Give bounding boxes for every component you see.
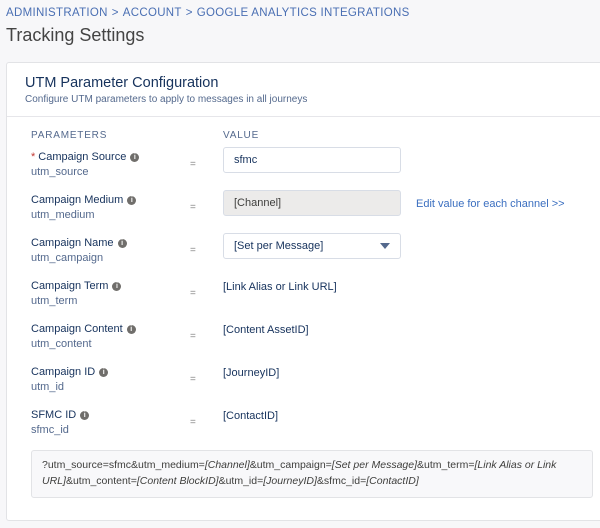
- param-key: utm_id: [31, 381, 65, 393]
- param-value: [JourneyID]: [223, 367, 280, 379]
- param-key: utm_content: [31, 338, 92, 350]
- card-title: UTM Parameter Configuration: [25, 75, 219, 91]
- breadcrumb-account[interactable]: Account: [123, 7, 182, 19]
- preview-placeholder: [JourneyID]: [263, 475, 317, 487]
- info-icon[interactable]: i: [127, 196, 137, 205]
- info-icon[interactable]: i: [130, 153, 140, 162]
- preview-placeholder: [Content BlockID]: [136, 475, 219, 487]
- breadcrumb-separator: >: [111, 7, 119, 19]
- param-key: utm_medium: [31, 209, 95, 221]
- breadcrumb-google-analytics-integrations[interactable]: Google Analytics Integrations: [197, 7, 410, 19]
- param-name: Campaign Medium i: [31, 194, 137, 206]
- breadcrumb: Administration > Account > Google Analytics …: [6, 7, 410, 19]
- preview-text: &utm_term=: [417, 459, 475, 471]
- info-icon[interactable]: i: [80, 411, 90, 420]
- page-title: Tracking Settings: [6, 25, 145, 45]
- param-label: Campaign ID: [31, 366, 96, 378]
- equals-sign: =: [190, 202, 196, 213]
- param-row-utm-id: Campaign ID i utm_id = [JourneyID]: [7, 366, 600, 406]
- param-label: SFMC ID: [31, 409, 77, 421]
- equals-sign: =: [190, 331, 196, 342]
- info-icon[interactable]: i: [117, 239, 127, 248]
- param-key: utm_source: [31, 166, 89, 178]
- dropdown-arrow-icon: [380, 243, 390, 249]
- param-value: [Link Alias or Link URL]: [223, 281, 337, 293]
- info-icon[interactable]: i: [99, 368, 109, 377]
- preview-text: &utm_content=: [65, 475, 137, 487]
- campaign-source-input[interactable]: [223, 147, 401, 173]
- equals-sign: =: [190, 288, 196, 299]
- param-value: [Content AssetID]: [223, 324, 309, 336]
- param-name: Campaign Name i: [31, 237, 127, 249]
- preview-placeholder: [ContactID]: [366, 475, 419, 487]
- info-icon[interactable]: i: [112, 282, 122, 291]
- preview-placeholder: [Channel]: [204, 459, 250, 471]
- param-row-sfmc-id: SFMC ID i sfmc_id = [ContactID]: [7, 409, 600, 449]
- info-icon[interactable]: i: [126, 325, 136, 334]
- param-value: [ContactID]: [223, 410, 279, 422]
- param-name: Campaign Term i: [31, 280, 122, 292]
- breadcrumb-separator: >: [185, 7, 193, 19]
- param-row-utm-campaign: Campaign Name i utm_campaign = [Set per Mess…: [7, 233, 600, 277]
- card-header: UTM Parameter Configuration Configure UT…: [7, 63, 600, 117]
- campaign-name-select[interactable]: [Set per Message]: [223, 233, 401, 259]
- param-key: sfmc_id: [31, 424, 69, 436]
- param-row-utm-medium: Campaign Medium i utm_medium = [Channel] Edit…: [7, 190, 600, 234]
- param-name: SFMC ID i: [31, 409, 90, 421]
- param-label: Campaign Term: [31, 280, 109, 292]
- equals-sign: =: [190, 374, 196, 385]
- campaign-medium-field: [Channel]: [223, 190, 401, 216]
- value-column-header: VALUE: [223, 130, 260, 141]
- preview-text: &utm_id=: [218, 475, 264, 487]
- preview-text: ?utm_source=sfmc&utm_medium=: [42, 459, 205, 471]
- param-name: Campaign Content i: [31, 323, 136, 335]
- param-key: utm_term: [31, 295, 78, 307]
- param-label: Campaign Name: [31, 237, 114, 249]
- param-row-utm-content: Campaign Content i utm_content = [Content As…: [7, 323, 600, 363]
- utm-preview-string: ?utm_source=sfmc&utm_medium=[Channel]&ut…: [31, 450, 593, 498]
- card-subtitle: Configure UTM parameters to apply to mes…: [25, 94, 308, 105]
- selected-value: [Set per Message]: [234, 240, 324, 252]
- breadcrumb-administration[interactable]: Administration: [6, 7, 108, 19]
- parameters-column-header: PARAMETERS: [31, 130, 108, 141]
- edit-channel-values-link[interactable]: Edit value for each channel >>: [416, 198, 565, 210]
- param-row-utm-source: * Campaign Source i utm_source =: [7, 147, 600, 191]
- param-name: Campaign ID i: [31, 366, 109, 378]
- utm-config-card: UTM Parameter Configuration Configure UT…: [6, 62, 600, 521]
- param-name: * Campaign Source i: [31, 151, 140, 163]
- preview-placeholder: [Set per Message]: [331, 459, 418, 471]
- param-label: Campaign Source: [38, 151, 127, 163]
- equals-sign: =: [190, 245, 196, 256]
- preview-text: &sfmc_id=: [316, 475, 367, 487]
- param-label: Campaign Content: [31, 323, 123, 335]
- param-key: utm_campaign: [31, 252, 104, 264]
- required-indicator: *: [31, 151, 36, 163]
- equals-sign: =: [190, 417, 196, 428]
- param-row-utm-term: Campaign Term i utm_term = [Link Alias or Li…: [7, 280, 600, 320]
- preview-text: &utm_campaign=: [249, 459, 332, 471]
- param-label: Campaign Medium: [31, 194, 124, 206]
- equals-sign: =: [190, 159, 196, 170]
